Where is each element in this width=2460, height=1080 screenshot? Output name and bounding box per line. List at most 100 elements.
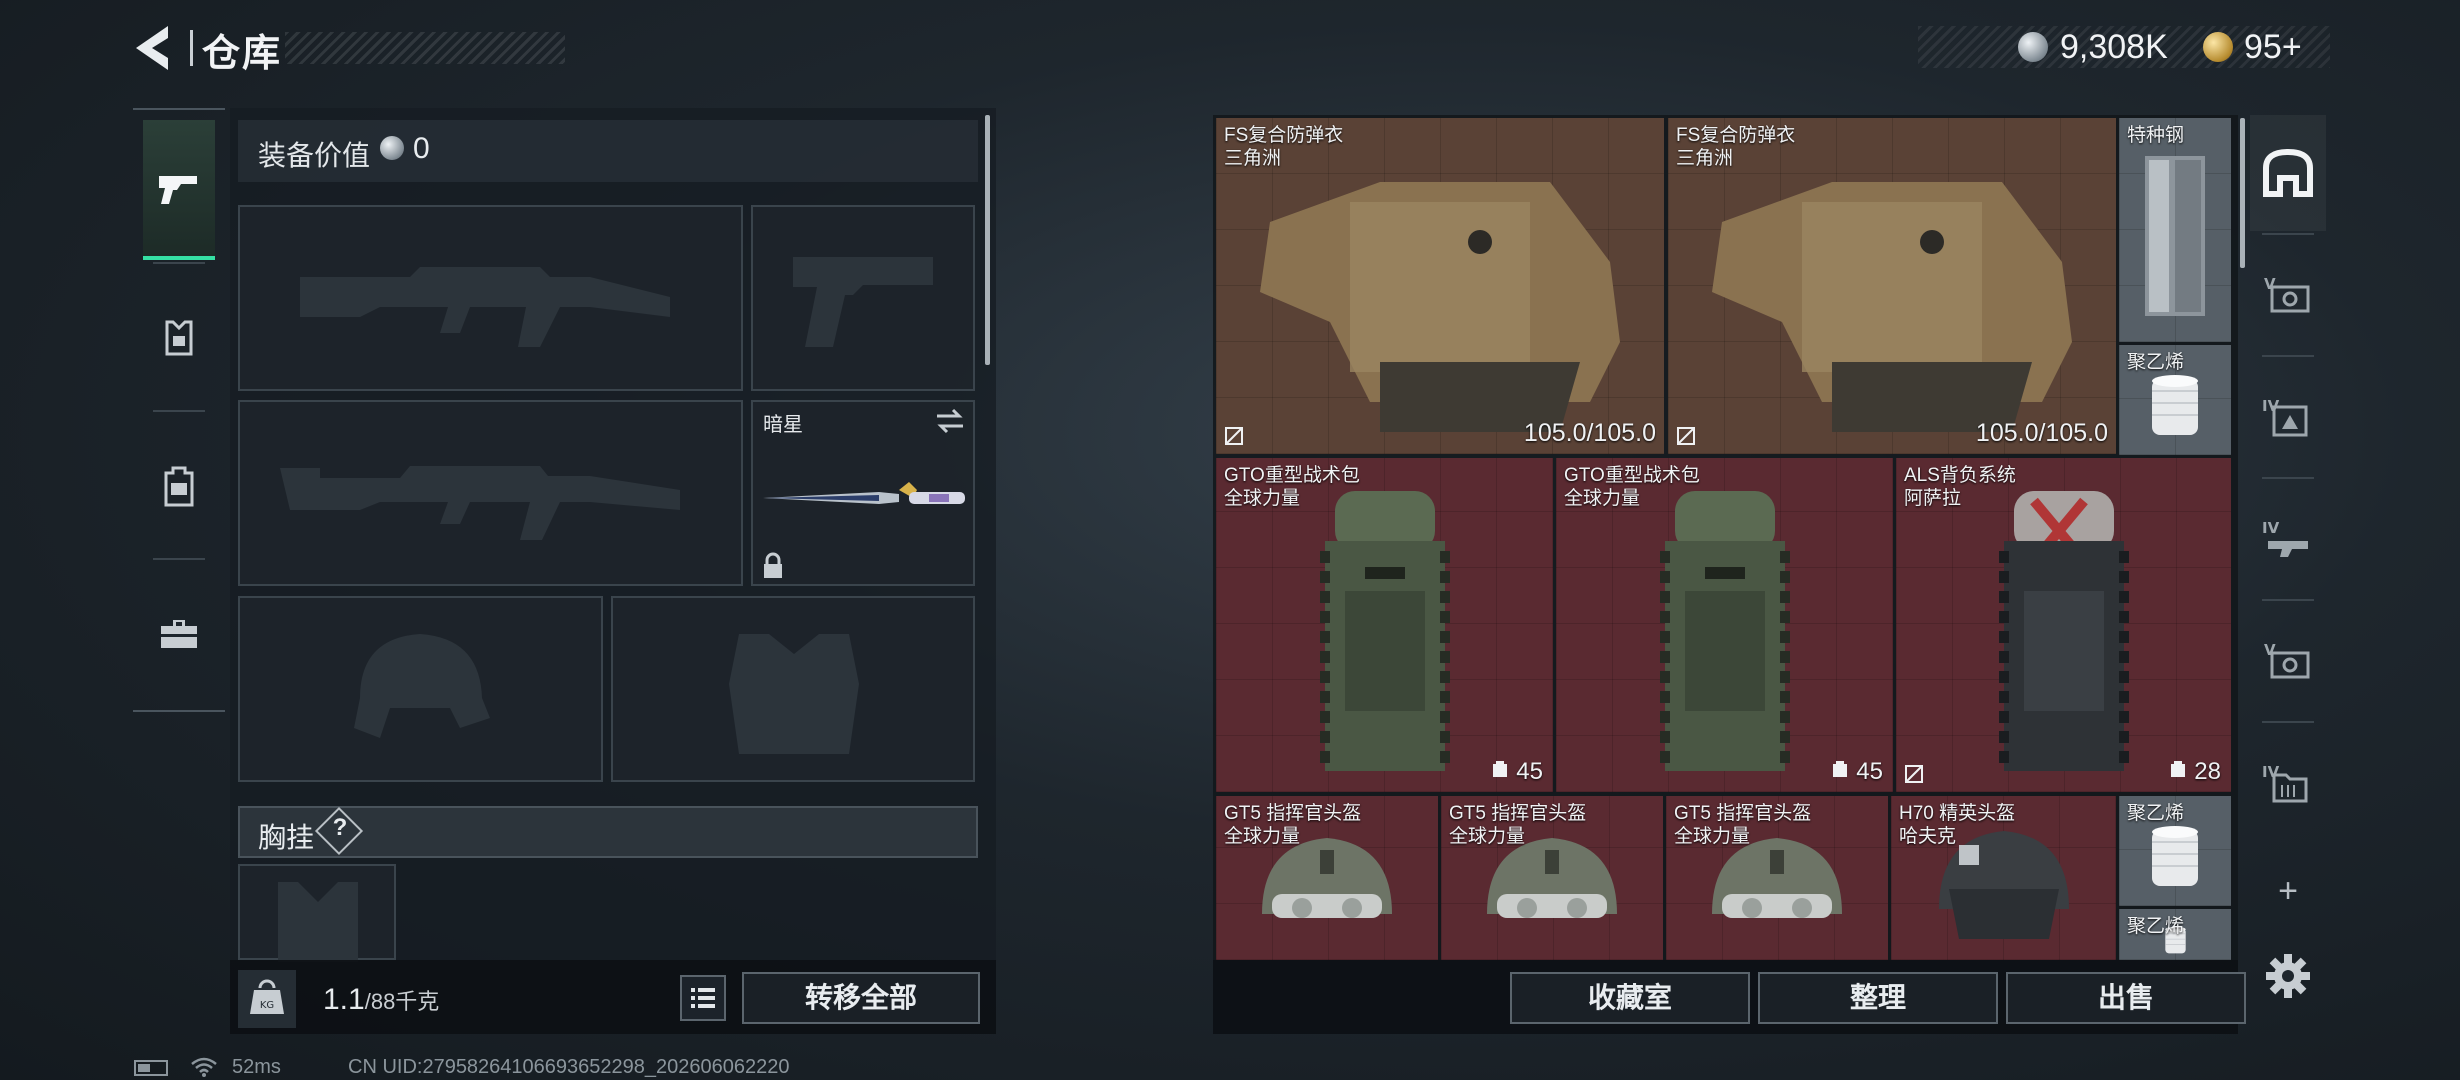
sell-button[interactable]: 出售: [2006, 972, 2246, 1024]
capacity-value: 28: [2194, 757, 2221, 785]
item-title: 聚乙烯: [2127, 352, 2185, 373]
tab-stash-home[interactable]: [2250, 115, 2326, 231]
loadout-scrollbar[interactable]: [985, 115, 990, 365]
item-title: GTO重型战术包: [1224, 465, 1360, 486]
item-title: FS复合防弹衣: [1224, 125, 1344, 146]
item-name: 聚乙烯: [2127, 351, 2184, 374]
tab-armor[interactable]: [143, 268, 215, 408]
wifi-icon: [191, 1057, 217, 1077]
item-name: 特种钢: [2127, 124, 2184, 147]
tab-container-1[interactable]: V: [2250, 237, 2326, 353]
uid-readout: CN UID:2795826410669365229​8_20260606222…: [348, 1056, 790, 1078]
currency-secondary[interactable]: 95+: [2244, 28, 2302, 67]
stash-item[interactable]: ALS背负系统 阿萨拉 28: [1896, 458, 2231, 792]
item-maker: 全球力量: [1224, 826, 1301, 847]
add-container-button[interactable]: +: [2262, 872, 2314, 911]
organize-button[interactable]: 整理: [1758, 972, 1998, 1024]
stash-item[interactable]: FS复合防弹衣 三角洲 105.0/105.0: [1668, 118, 2116, 454]
weight-icon-box: KG: [238, 970, 296, 1028]
vest-image: [1682, 142, 2102, 447]
capacity-icon: [1490, 757, 1510, 786]
stash-item[interactable]: 特种钢: [2119, 118, 2231, 342]
melee-name: 暗星: [763, 414, 803, 436]
stash-item[interactable]: 聚乙烯: [2119, 345, 2231, 455]
item-title: GT5 指挥官头盔: [1224, 803, 1362, 824]
rifle-silhouette-icon: [280, 466, 680, 540]
transfer-all-button[interactable]: 转移全部: [742, 972, 980, 1024]
tab-container-2[interactable]: IV: [2250, 359, 2326, 475]
stash-item[interactable]: GT5 指挥官头盔 全球力量: [1666, 796, 1888, 960]
item-durability: 105.0/105.0: [1975, 419, 2108, 447]
pistol-icon: [159, 176, 197, 204]
weight-max: /88千克: [364, 989, 440, 1014]
rifle-silhouette-icon: [300, 267, 670, 347]
collection-room-button[interactable]: 收藏室: [1510, 972, 1750, 1024]
stash-item[interactable]: GTO重型战术包 全球力量 45: [1216, 458, 1553, 792]
tab-toolbox[interactable]: [143, 564, 215, 704]
title-separator: [190, 30, 193, 66]
stash-scrollbar[interactable]: [2240, 118, 2245, 268]
gear-icon: [2266, 954, 2310, 998]
item-title: 特种钢: [2127, 125, 2185, 146]
item-title: GTO重型战术包: [1564, 465, 1700, 486]
stash-item[interactable]: FS复合防弹衣 三角洲 105.0/105.0: [1216, 118, 1664, 454]
pistol-slot[interactable]: [751, 205, 975, 391]
back-button[interactable]: [130, 22, 178, 74]
armor-plate-icon: [165, 320, 193, 356]
swap-icon[interactable]: [935, 408, 965, 434]
safe-box-icon: V: [2264, 641, 2310, 679]
value-coin-icon: [380, 136, 404, 160]
item-name: ALS背负系统 阿萨拉: [1904, 464, 2016, 510]
item-maker: 三角洲: [1224, 148, 1282, 169]
item-title: ALS背负系统: [1904, 465, 2016, 486]
secondary-weapon-slot[interactable]: [238, 400, 743, 586]
item-title: GT5 指挥官头盔: [1674, 803, 1812, 824]
svg-text:V: V: [2264, 275, 2276, 293]
item-maker: 阿萨拉: [1904, 488, 1962, 509]
helmet-slot[interactable]: [238, 596, 603, 782]
equipment-value-label: 装备价值: [258, 140, 371, 171]
item-capacity: 45: [1830, 757, 1883, 786]
settings-button[interactable]: [2262, 950, 2314, 1002]
roll-image: [2140, 371, 2210, 446]
container-tab-bar: V IV IV V IV: [2250, 115, 2326, 955]
case-icon: IV: [2262, 397, 2308, 437]
item-name: GT5 指挥官头盔 全球力量: [1449, 802, 1586, 848]
knife-icon: [763, 482, 965, 504]
item-title: GT5 指挥官头盔: [1449, 803, 1587, 824]
tab-container-3[interactable]: IV: [2250, 481, 2326, 597]
capacity-icon: [2168, 757, 2188, 786]
toolbox-icon: [161, 620, 197, 648]
stash-item[interactable]: H70 精英头盔 哈夫克: [1891, 796, 2116, 960]
helmet-silhouette-icon: [354, 634, 490, 738]
body-armor-slot[interactable]: [611, 596, 975, 782]
folder-case-icon: IV: [2262, 763, 2308, 803]
equipment-value: 0: [413, 132, 430, 165]
item-maker: 全球力量: [1674, 826, 1751, 847]
chest-rig-slot[interactable]: [238, 864, 396, 962]
weight-readout: 1.1/88千克: [323, 983, 439, 1017]
insured-flag-icon: [1676, 426, 1696, 446]
item-maker: 全球力量: [1449, 826, 1526, 847]
tab-container-4[interactable]: V: [2250, 603, 2326, 719]
stash-item[interactable]: 聚乙烯: [2119, 909, 2231, 960]
stash-item[interactable]: 聚乙烯: [2119, 796, 2231, 906]
item-name: GT5 指挥官头盔 全球力量: [1674, 802, 1811, 848]
help-icon: ?: [332, 814, 348, 841]
item-capacity: 28: [2168, 757, 2221, 786]
backpack-icon: [164, 466, 194, 507]
tab-backpack[interactable]: [143, 416, 215, 556]
list-view-button[interactable]: [680, 975, 726, 1021]
stash-item[interactable]: GT5 指挥官头盔 全球力量: [1441, 796, 1663, 960]
steel-image: [2135, 146, 2215, 331]
roll-image: [2140, 822, 2210, 897]
page-title: 仓库: [202, 33, 283, 75]
tab-weapons[interactable]: [143, 120, 215, 260]
primary-weapon-slot[interactable]: [238, 205, 743, 391]
insured-flag-icon: [1224, 426, 1244, 446]
stash-item[interactable]: GT5 指挥官头盔 全球力量: [1216, 796, 1438, 960]
melee-slot[interactable]: 暗星: [751, 400, 975, 586]
pistol-silhouette-icon: [793, 257, 933, 347]
tab-container-5[interactable]: IV: [2250, 725, 2326, 841]
stash-item[interactable]: GTO重型战术包 全球力量 45: [1556, 458, 1893, 792]
